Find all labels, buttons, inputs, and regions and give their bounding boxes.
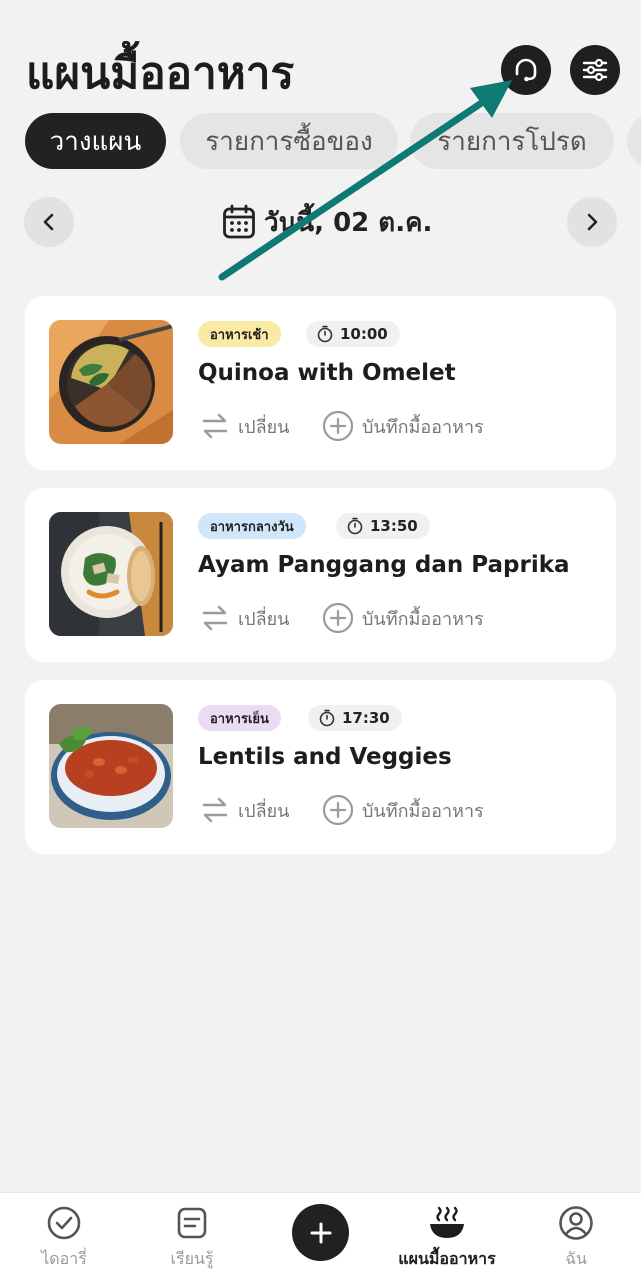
next-day-button[interactable]: [567, 197, 617, 247]
plus-icon: [310, 1222, 331, 1243]
nav-me[interactable]: ฉัน: [521, 1205, 631, 1277]
meal-time: 10:00: [340, 325, 388, 343]
meal-card-lunch[interactable]: อาหารกลางวัน 13:50 Ayam Panggang dan Pap…: [25, 488, 616, 662]
steaming-bowl-icon: [430, 1206, 464, 1238]
log-label: บันทึกมื้ออาหาร: [362, 608, 484, 630]
log-label: บันทึกมื้ออาหาร: [362, 800, 484, 822]
nav-learn-label: เรียนรู้: [170, 1249, 214, 1268]
log-meal-button[interactable]: บันทึกมื้ออาหาร: [322, 602, 484, 634]
meal-photo: [49, 512, 173, 636]
current-date[interactable]: วันนี้, 02 ต.ค.: [222, 201, 432, 243]
meal-time: 13:50: [370, 517, 418, 535]
support-button[interactable]: [501, 45, 551, 95]
meal-type-badge: อาหารเช้า: [198, 321, 281, 347]
nav-meal-plan-label: แผนมื้ออาหาร: [398, 1249, 496, 1268]
meal-photo: [49, 320, 173, 444]
log-meal-button[interactable]: บันทึกมื้ออาหาร: [322, 794, 484, 826]
add-button[interactable]: [292, 1204, 349, 1261]
swap-label: เปลี่ยน: [238, 608, 290, 630]
swap-arrows-icon: [202, 413, 228, 439]
check-circle-icon: [47, 1206, 81, 1240]
swap-arrows-icon: [202, 605, 228, 631]
swap-meal-button[interactable]: เปลี่ยน: [200, 602, 289, 634]
bottom-navigation: ไดอารี่ เรียนรู้ แผนมื้ออาหาร ฉัน: [0, 1192, 641, 1280]
tab-favorites[interactable]: รายการโปรด: [410, 113, 614, 169]
swap-label: เปลี่ยน: [238, 416, 290, 438]
document-icon: [177, 1207, 207, 1239]
nav-diary[interactable]: ไดอารี่: [9, 1205, 119, 1277]
date-selector: วันนี้, 02 ต.ค.: [0, 197, 641, 247]
swap-arrows-icon: [202, 797, 228, 823]
date-label: วันนี้, 02 ต.ค.: [264, 207, 433, 238]
header: แผนมื้ออาหาร: [0, 0, 641, 110]
nav-diary-label: ไดอารี่: [41, 1249, 87, 1268]
stopwatch-icon: [347, 517, 363, 535]
nav-learn[interactable]: เรียนรู้: [137, 1205, 247, 1277]
meal-time: 17:30: [342, 709, 390, 727]
plus-circle-icon: [322, 602, 354, 634]
chevron-left-icon: [43, 213, 54, 231]
filter-button[interactable]: [570, 45, 620, 95]
swap-meal-button[interactable]: เปลี่ยน: [200, 410, 289, 442]
meal-card-dinner[interactable]: อาหารเย็น 17:30 Lentils and Veggies เปลี…: [25, 680, 616, 854]
previous-day-button[interactable]: [24, 197, 74, 247]
tab-bar: วางแผน รายการซื้อของ รายการโปรด: [0, 113, 641, 169]
stopwatch-icon: [319, 709, 335, 727]
stopwatch-icon: [317, 325, 333, 343]
meal-photo: [49, 704, 173, 828]
nav-me-label: ฉัน: [565, 1249, 587, 1268]
meal-time-badge: 17:30: [308, 705, 402, 731]
meal-card-breakfast[interactable]: อาหารเช้า 10:00 Quinoa with Omelet เปลี่…: [25, 296, 616, 470]
profile-icon: [559, 1206, 593, 1240]
meal-name[interactable]: Quinoa with Omelet: [198, 360, 456, 386]
plus-circle-icon: [322, 410, 354, 442]
meal-name[interactable]: Lentils and Veggies: [198, 744, 452, 770]
meal-type-badge: อาหารกลางวัน: [198, 513, 306, 539]
calendar-icon: [223, 204, 255, 239]
nav-meal-plan[interactable]: แผนมื้ออาหาร: [392, 1205, 502, 1277]
page-title: แผนมื้ออาหาร: [26, 48, 295, 99]
meal-name[interactable]: Ayam Panggang dan Paprika: [198, 552, 570, 578]
log-label: บันทึกมื้ออาหาร: [362, 416, 484, 438]
log-meal-button[interactable]: บันทึกมื้ออาหาร: [322, 410, 484, 442]
swap-meal-button[interactable]: เปลี่ยน: [200, 794, 289, 826]
plus-circle-icon: [322, 794, 354, 826]
tab-overflow[interactable]: [627, 113, 641, 169]
swap-label: เปลี่ยน: [238, 800, 290, 822]
sliders-icon: [582, 58, 608, 82]
meal-time-badge: 10:00: [306, 321, 400, 347]
chevron-right-icon: [587, 213, 598, 231]
headset-icon: [515, 58, 537, 82]
tab-shopping-list[interactable]: รายการซื้อของ: [180, 113, 398, 169]
meal-time-badge: 13:50: [336, 513, 430, 539]
tab-plan[interactable]: วางแผน: [25, 113, 166, 169]
meal-type-badge: อาหารเย็น: [198, 705, 281, 731]
